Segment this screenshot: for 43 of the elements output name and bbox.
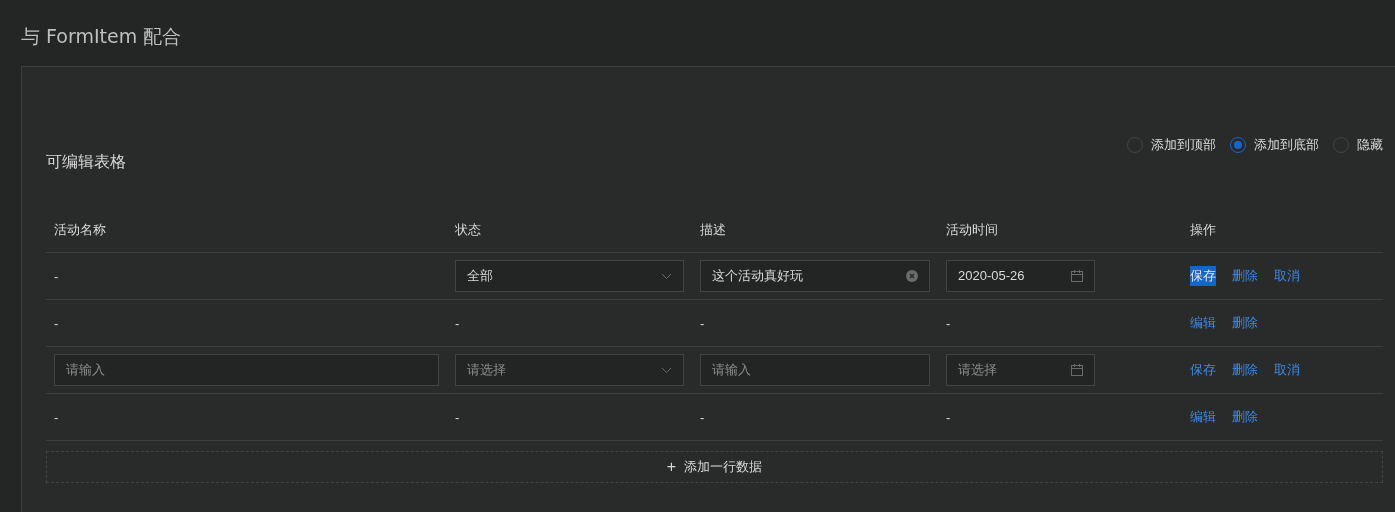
input-field[interactable]: 请输入 [54,354,439,386]
action-link[interactable]: 删除 [1232,313,1258,333]
select-field[interactable]: 请选择 [455,354,684,386]
table-cell: - [455,316,460,331]
action-link[interactable]: 保存 [1190,266,1216,286]
radio-option[interactable]: 添加到底部 [1230,135,1319,155]
action-link[interactable]: 编辑 [1190,407,1216,427]
column-header: 活动时间 [946,222,998,237]
calendar-icon [1071,270,1083,282]
table-cell: - [946,316,951,331]
calendar-icon [1071,364,1083,376]
table-cell: - [54,269,59,284]
input-field[interactable]: 请输入 [700,354,930,386]
chevron-down-icon [661,366,672,374]
table-cell: - [700,410,705,425]
radio-option[interactable]: 添加到顶部 [1127,135,1216,155]
clear-icon[interactable] [906,270,918,282]
table-cell: - [54,316,59,331]
add-row-button[interactable]: + 添加一行数据 [46,451,1383,483]
action-link[interactable]: 删除 [1232,360,1258,380]
action-link[interactable]: 删除 [1232,407,1258,427]
action-link[interactable]: 保存 [1190,360,1216,380]
table-cell: - [54,410,59,425]
date-field[interactable]: 请选择 [946,354,1095,386]
plus-icon: + [666,455,677,479]
chevron-down-icon [661,272,672,280]
card-title: 可编辑表格 [46,152,126,172]
date-field[interactable]: 2020-05-26 [946,260,1095,292]
table-cell: - [946,410,951,425]
column-header: 状态 [455,222,481,237]
action-link[interactable]: 删除 [1232,266,1258,286]
action-link[interactable]: 取消 [1274,360,1300,380]
column-header: 描述 [700,222,726,237]
action-link[interactable]: 编辑 [1190,313,1216,333]
column-header: 活动名称 [54,222,106,237]
action-link[interactable]: 取消 [1274,266,1300,286]
table-cell: - [455,410,460,425]
radio-option[interactable]: 隐藏 [1333,135,1383,155]
input-field[interactable]: 这个活动真好玩 [700,260,930,292]
table-cell: - [700,316,705,331]
column-header: 操作 [1190,222,1216,237]
section-title: 与 FormItem 配合 [21,24,183,49]
select-field[interactable]: 全部 [455,260,684,292]
